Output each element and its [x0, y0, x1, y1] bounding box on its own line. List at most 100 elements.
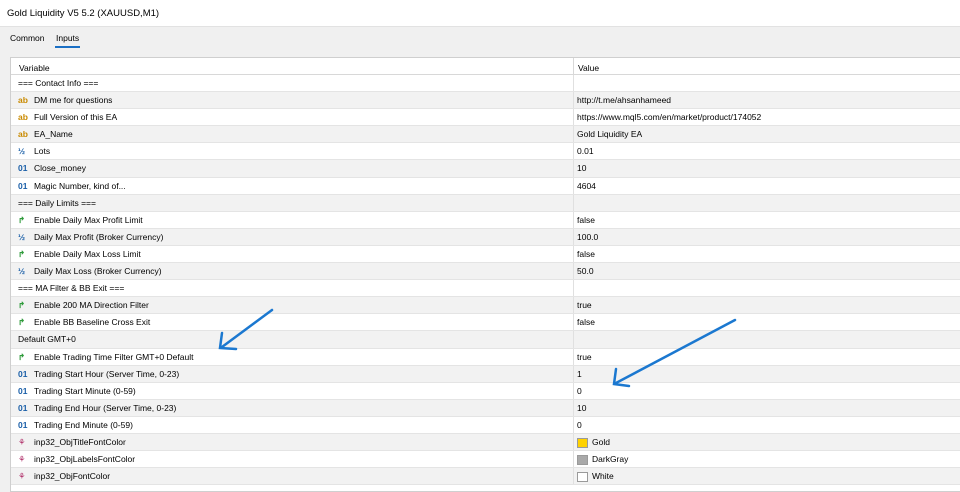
- value-cell[interactable]: false: [577, 249, 595, 259]
- double-icon: ½: [18, 146, 26, 157]
- value-cell[interactable]: 1: [577, 369, 582, 379]
- integer-icon: 01: [18, 402, 28, 413]
- table-row[interactable]: ↱ Enable Trading Time Filter GMT+0 Defaul…: [11, 348, 960, 366]
- double-icon: ½: [18, 266, 26, 277]
- value-text: https://www.mql5.com/en/market/product/1…: [577, 112, 762, 123]
- cell-divider: [573, 211, 574, 228]
- column-divider[interactable]: [573, 58, 574, 74]
- color-icon: ⚘: [18, 454, 26, 465]
- value-cell[interactable]: 50.0: [577, 266, 594, 276]
- cell-divider: [573, 228, 574, 245]
- value-cell[interactable]: false: [577, 317, 595, 327]
- color-swatch[interactable]: [577, 437, 588, 448]
- value-text: 10: [577, 402, 587, 413]
- variable-cell: === Contact Info ===: [18, 78, 98, 88]
- value-cell[interactable]: true: [577, 300, 592, 310]
- variable-cell: 01 Close_money: [18, 163, 86, 173]
- table-row[interactable]: ⚘ inp32_ObjFontColor White: [11, 468, 960, 486]
- table-row[interactable]: 01 Magic Number, kind of... 4604: [11, 177, 960, 195]
- table-row[interactable]: ↱ Enable Daily Max Loss Limit false: [11, 245, 960, 264]
- cell-divider: [573, 297, 574, 314]
- variable-cell: 01 Trading End Minute (0-59): [18, 420, 133, 430]
- column-header-value[interactable]: Value: [578, 63, 599, 73]
- value-text: White: [592, 471, 614, 482]
- cell-divider: [573, 194, 574, 211]
- bool-icon: ↱: [18, 300, 26, 311]
- variable-name: DM me for questions: [34, 95, 113, 106]
- value-text: false: [577, 317, 595, 328]
- table-row[interactable]: ↱ Enable 200 MA Direction Filter true: [11, 297, 960, 315]
- value-cell[interactable]: 4604: [577, 181, 596, 191]
- table-row[interactable]: ⚘ inp32_ObjTitleFontColor Gold: [11, 433, 960, 452]
- table-header: Variable Value: [11, 58, 960, 75]
- value-cell[interactable]: 0.01: [577, 146, 594, 156]
- string-icon: ab: [18, 95, 28, 106]
- color-icon: ⚘: [18, 436, 26, 447]
- value-text: Gold Liquidity EA: [577, 129, 643, 140]
- integer-icon: 01: [18, 180, 28, 191]
- table-row[interactable]: 01 Trading Start Hour (Server Time, 0-23)…: [11, 365, 960, 383]
- value-cell[interactable]: 10: [577, 163, 586, 173]
- table-row[interactable]: ½ Daily Max Profit (Broker Currency) 100.0: [11, 228, 960, 246]
- table-row[interactable]: ab EA_Name Gold Liquidity EA: [11, 126, 960, 144]
- tab-bar: Common Inputs: [0, 27, 960, 49]
- table-body: === Contact Info === ab DM me for question…: [11, 75, 960, 486]
- variable-cell: 01 Trading Start Hour (Server Time, 0-23): [18, 369, 179, 379]
- table-row[interactable]: ½ Lots 0.01: [11, 143, 960, 161]
- variable-name: Enable Trading Time Filter GMT+0 Default: [34, 351, 194, 362]
- table-row[interactable]: 01 Close_money 10: [11, 160, 960, 178]
- variable-cell: ⚘ inp32_ObjTitleFontColor: [18, 437, 126, 448]
- table-row[interactable]: === Daily Limits ===: [11, 194, 960, 212]
- value-cell[interactable]: false: [577, 215, 595, 225]
- value-cell[interactable]: 0: [577, 386, 582, 396]
- value-text: Gold: [592, 436, 610, 447]
- table-row[interactable]: Default GMT+0: [11, 331, 960, 349]
- value-cell[interactable]: https://www.mql5.com/en/market/product/1…: [577, 112, 761, 122]
- value-cell[interactable]: Gold: [577, 437, 610, 448]
- table-row[interactable]: ⚘ inp32_ObjLabelsFontColor DarkGray: [11, 451, 960, 469]
- variable-name: EA_Name: [34, 129, 73, 140]
- value-cell[interactable]: true: [577, 352, 592, 362]
- variable-name: Enable 200 MA Direction Filter: [34, 300, 149, 311]
- table-row[interactable]: 01 Trading Start Minute (0-59) 0: [11, 382, 960, 400]
- color-swatch[interactable]: [577, 454, 588, 465]
- value-text: 50.0: [577, 266, 594, 277]
- table-row[interactable]: === Contact Info ===: [11, 75, 960, 93]
- variable-name: Trading Start Minute (0-59): [34, 385, 136, 396]
- variable-cell: 01 Magic Number, kind of...: [18, 181, 126, 191]
- tab-inputs[interactable]: Inputs: [54, 33, 81, 48]
- value-cell[interactable]: http://t.me/ahsanhameed: [577, 95, 671, 105]
- value-cell[interactable]: 10: [577, 403, 586, 413]
- variable-name: Enable Daily Max Loss Limit: [34, 248, 141, 259]
- variable-cell: ½ Daily Max Loss (Broker Currency): [18, 266, 162, 276]
- variable-name: inp32_ObjTitleFontColor: [34, 436, 126, 447]
- string-icon: ab: [18, 112, 28, 123]
- variable-cell: ab DM me for questions: [18, 95, 112, 105]
- table-row[interactable]: === MA Filter & BB Exit ===: [11, 280, 960, 298]
- table-row[interactable]: ab Full Version of this EA https://www.mql…: [11, 109, 960, 127]
- table-row[interactable]: 01 Trading End Minute (0-59) 0: [11, 416, 960, 434]
- column-header-variable[interactable]: Variable: [19, 63, 50, 73]
- title-bar: Gold Liquidity V5 5.2 (XAUUSD,M1): [0, 0, 960, 27]
- inputs-table: Variable Value === Contact Info === ab DM …: [10, 57, 960, 492]
- value-cell[interactable]: White: [577, 471, 614, 482]
- value-cell[interactable]: DarkGray: [577, 454, 628, 465]
- cell-divider: [573, 280, 574, 297]
- value-cell[interactable]: 0: [577, 420, 582, 430]
- cell-divider: [573, 365, 574, 382]
- string-icon: ab: [18, 129, 28, 140]
- variable-name: Trading Start Hour (Server Time, 0-23): [34, 368, 180, 379]
- tab-common[interactable]: Common: [10, 33, 44, 43]
- value-text: http://t.me/ahsanhameed: [577, 95, 672, 106]
- table-row[interactable]: ↱ Enable Daily Max Profit Limit false: [11, 211, 960, 229]
- value-cell[interactable]: 100.0: [577, 232, 598, 242]
- color-swatch[interactable]: [577, 471, 588, 482]
- table-row[interactable]: 01 Trading End Hour (Server Time, 0-23) 10: [11, 399, 960, 417]
- value-cell[interactable]: Gold Liquidity EA: [577, 129, 642, 139]
- table-row[interactable]: ½ Daily Max Loss (Broker Currency) 50.0: [11, 263, 960, 281]
- table-row[interactable]: ↱ Enable BB Baseline Cross Exit false: [11, 314, 960, 332]
- value-text: 4604: [577, 180, 596, 191]
- cell-divider: [573, 331, 574, 348]
- integer-icon: 01: [18, 419, 28, 430]
- table-row[interactable]: ab DM me for questions http://t.me/ahsanha…: [11, 92, 960, 110]
